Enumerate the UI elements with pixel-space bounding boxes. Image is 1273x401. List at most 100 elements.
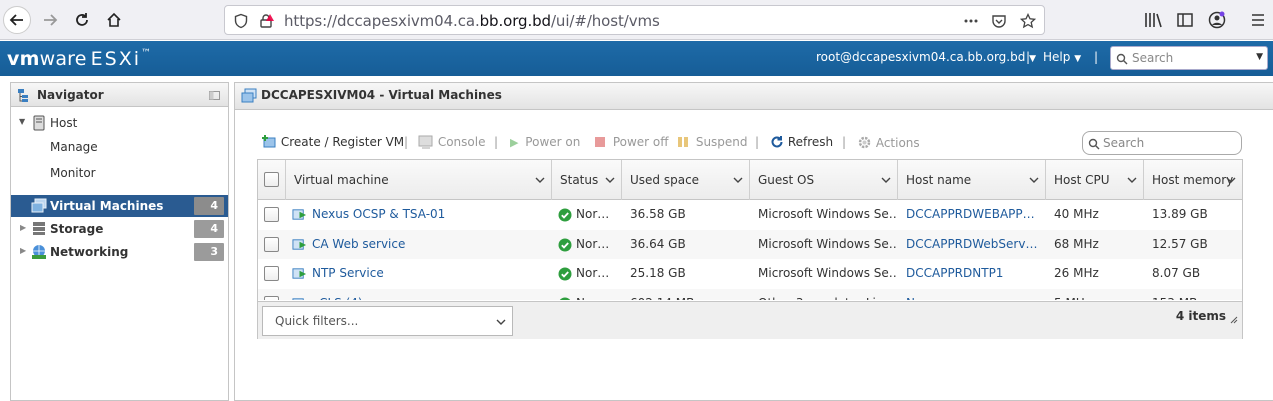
sidebar-icon[interactable] xyxy=(1175,10,1195,30)
header-search-input[interactable]: Search ▼ xyxy=(1110,46,1268,70)
cell-text-used: 25.18 GB xyxy=(630,266,686,280)
quick-filters-select[interactable]: Quick filters... xyxy=(262,306,513,336)
library-icon[interactable] xyxy=(1143,10,1163,30)
column-header-host-memory[interactable]: Host memory xyxy=(1144,160,1242,200)
column-header-guest-os[interactable]: Guest OS xyxy=(750,160,898,200)
cell-host[interactable]: DCCAPPRDWEBAPP… xyxy=(898,200,1046,229)
table-row[interactable]: Nexus OCSP & TSA-01 Nor… 36.58 GB Microsoft… xyxy=(258,200,1242,230)
expand-icon[interactable]: ▶ xyxy=(20,246,26,255)
column-header-virtual-machine[interactable]: Virtual machine xyxy=(286,160,552,200)
reload-button[interactable] xyxy=(68,6,96,34)
help-menu[interactable]: Help ▼ xyxy=(1043,50,1081,64)
table-row[interactable]: NTP Service Nor… 25.18 GB Microsoft Windows… xyxy=(258,259,1242,289)
chevron-down-icon[interactable] xyxy=(881,175,891,185)
row-checkbox[interactable] xyxy=(264,295,279,300)
tree-item-networking[interactable]: ▶ Networking 3 xyxy=(11,241,228,263)
cell-name[interactable]: CA Web service xyxy=(286,230,552,259)
cell-host[interactable]: DCCAPPRDWebServ… xyxy=(898,230,1046,259)
search-placeholder: Search xyxy=(1132,51,1174,65)
home-button[interactable] xyxy=(100,6,128,34)
collapse-icon[interactable] xyxy=(209,91,220,100)
esxi-header: vmware ESXi™ root@dccapesxivm04.ca.bb.org… xyxy=(0,41,1273,76)
tree-item-manage[interactable]: Manage xyxy=(11,136,228,158)
power-on-button[interactable]: ▶ Power on xyxy=(510,135,580,149)
tree-item-monitor[interactable]: Monitor xyxy=(11,162,228,184)
cell-text-name[interactable]: Nexus OCSP & TSA-01 xyxy=(312,207,445,221)
cell-text-host[interactable]: DCCAPPRDWEBAPP… xyxy=(906,207,1035,221)
column-header-host-name[interactable]: Host name xyxy=(898,160,1046,200)
cell-text-host[interactable]: DCCAPPRDWebServ… xyxy=(906,237,1037,251)
row-checkbox[interactable] xyxy=(264,236,279,252)
tree-item-virtual-machines[interactable]: Virtual Machines 4 xyxy=(11,195,228,217)
chevron-down-icon[interactable] xyxy=(535,175,545,185)
tree-item-storage[interactable]: ▶ Storage 4 xyxy=(11,218,228,240)
suspend-button[interactable]: Suspend xyxy=(678,135,748,149)
account-icon[interactable] xyxy=(1207,10,1227,30)
cell-host[interactable]: None xyxy=(898,289,1046,301)
chevron-down-icon[interactable] xyxy=(1029,175,1039,185)
host-icon xyxy=(33,115,45,131)
tree-item-label: Storage xyxy=(50,222,104,236)
vmware-esxi-logo: vmware ESXi™ xyxy=(7,48,152,70)
chevron-down-icon[interactable] xyxy=(1127,175,1137,185)
chevron-down-icon[interactable] xyxy=(1226,175,1236,185)
star-icon[interactable] xyxy=(1020,13,1036,29)
column-header-used-space[interactable]: Used space xyxy=(622,160,750,200)
arrow-right-icon xyxy=(44,14,58,26)
more-icon[interactable] xyxy=(963,13,979,29)
expand-icon[interactable]: ▼ xyxy=(19,117,25,126)
expand-icon[interactable]: ▶ xyxy=(20,223,26,232)
power-off-button[interactable]: Power off xyxy=(595,135,669,149)
table-footer: Quick filters... 4 items xyxy=(258,301,1242,339)
user-menu[interactable]: root@dccapesxivm04.ca.bb.org.bd ▼ xyxy=(816,50,1036,64)
cell-name[interactable]: NTP Service xyxy=(286,259,552,288)
create-vm-icon xyxy=(262,135,276,148)
count-badge: 4 xyxy=(194,197,224,215)
tree-item-label: Monitor xyxy=(50,166,96,180)
tree-item-host[interactable]: ▼ Host xyxy=(11,112,228,134)
refresh-button[interactable]: Refresh xyxy=(770,135,833,149)
cell-text-host[interactable]: DCCAPPRDNTP1 xyxy=(906,266,1003,280)
back-button[interactable] xyxy=(3,6,31,34)
caret-down-icon: ▼ xyxy=(1074,54,1082,64)
select-all-checkbox[interactable] xyxy=(264,172,279,187)
cell-host[interactable]: DCCAPPRDNTP1 xyxy=(898,259,1046,288)
row-checkbox[interactable] xyxy=(264,207,279,222)
header-separator: | xyxy=(1094,50,1099,64)
cell-text-host[interactable]: None xyxy=(906,296,937,301)
vm-powered-on-icon xyxy=(292,209,307,220)
navigator-panel: Navigator ▼ Host Manage Monitor Virtual … xyxy=(10,82,229,401)
row-select-cell xyxy=(258,289,286,300)
row-checkbox[interactable] xyxy=(264,266,279,281)
url-bar[interactable]: https://dccapesxivm04.ca.bb.org.bd/ui/#/… xyxy=(224,5,1045,35)
cell-text-used: 36.64 GB xyxy=(630,236,686,251)
chevron-down-icon[interactable] xyxy=(605,175,615,185)
chevron-down-icon[interactable] xyxy=(733,175,743,185)
vm-search-input[interactable]: Search xyxy=(1082,131,1242,155)
cell-name[interactable]: Nexus OCSP & TSA-01 xyxy=(286,200,552,229)
create-register-vm-button[interactable]: Create / Register VM xyxy=(261,135,404,149)
column-header-host-cpu[interactable]: Host CPU xyxy=(1046,160,1144,200)
pocket-icon[interactable] xyxy=(991,13,1007,29)
cell-text-mem: 13.89 GB xyxy=(1152,207,1208,221)
cell-text-name[interactable]: CA Web service xyxy=(312,237,405,251)
column-header-status[interactable]: Status xyxy=(552,160,622,200)
table-row[interactable]: CA Web service Nor… 36.64 GB Microsoft Wind… xyxy=(258,229,1242,259)
row-select-cell xyxy=(258,230,286,259)
console-button[interactable]: Console xyxy=(418,135,485,149)
resize-handle-icon[interactable] xyxy=(1230,316,1238,324)
items-count: 4 items xyxy=(1175,309,1226,323)
cell-text-name[interactable]: vCLS (4) xyxy=(312,296,363,301)
caret-down-icon[interactable]: ▼ xyxy=(1256,52,1263,62)
actions-button[interactable]: Actions xyxy=(857,135,920,150)
menu-icon[interactable] xyxy=(1248,10,1268,30)
cell-cpu: 5 MHz xyxy=(1046,289,1144,301)
shield-icon xyxy=(234,13,248,29)
chevron-down-icon xyxy=(496,319,506,325)
forward-button[interactable] xyxy=(36,6,64,34)
vm-powered-on-icon xyxy=(292,297,304,300)
cell-mem: 8.07 GB xyxy=(1144,259,1242,288)
cell-name[interactable]: vCLS (4) xyxy=(286,289,552,301)
table-row[interactable]: vCLS (4) Nor… 602.14 MB Other 3.x or later … xyxy=(258,288,1242,301)
cell-text-name[interactable]: NTP Service xyxy=(312,266,384,280)
